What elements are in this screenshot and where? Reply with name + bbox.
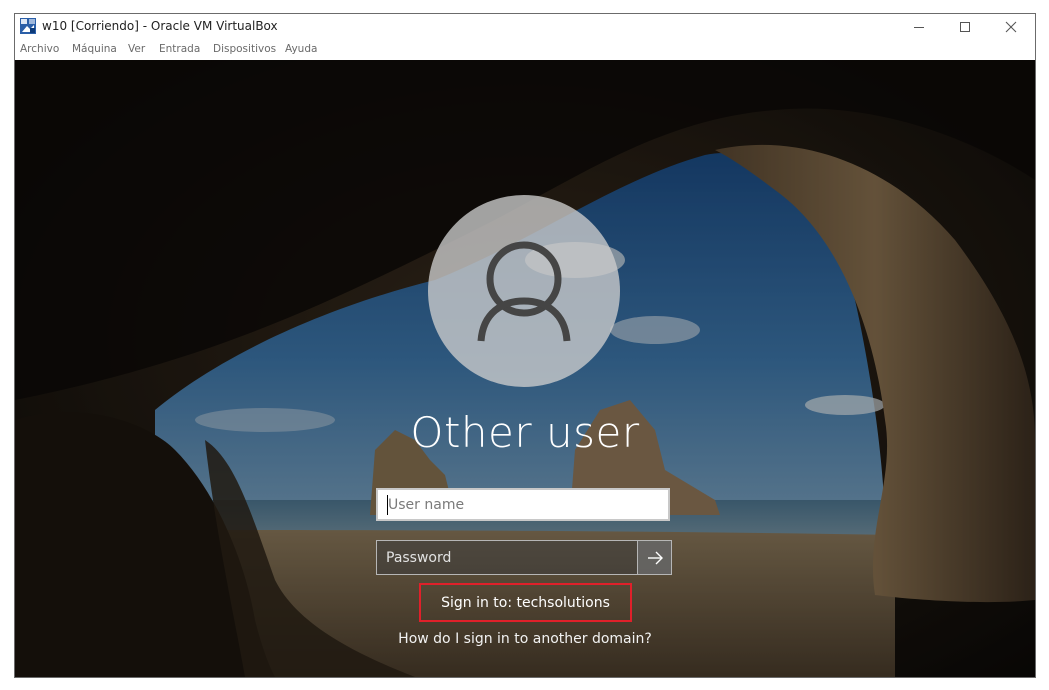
close-icon xyxy=(1005,21,1017,33)
minimize-button[interactable] xyxy=(896,14,942,40)
title-bar[interactable]: w10 [Corriendo] - Oracle VM VirtualBox xyxy=(15,14,1035,40)
menu-bar: Archivo Máquina Ver Entrada Dispositivos… xyxy=(15,40,1035,59)
user-icon xyxy=(477,241,571,342)
other-domain-link[interactable]: How do I sign in to another domain? xyxy=(15,631,1035,647)
window-title: w10 [Corriendo] - Oracle VM VirtualBox xyxy=(42,19,278,33)
virtualbox-app-icon xyxy=(20,18,36,34)
menu-maquina[interactable]: Máquina xyxy=(72,43,117,55)
virtualbox-window: w10 [Corriendo] - Oracle VM VirtualBox A… xyxy=(14,13,1036,678)
menu-ver[interactable]: Ver xyxy=(128,43,145,55)
user-avatar xyxy=(428,195,620,387)
menu-ayuda[interactable]: Ayuda xyxy=(285,43,317,55)
menu-dispositivos[interactable]: Dispositivos xyxy=(213,43,276,55)
maximize-button[interactable] xyxy=(942,14,988,40)
maximize-icon xyxy=(960,22,970,32)
username-input[interactable]: User name xyxy=(376,488,670,521)
password-input[interactable]: Password xyxy=(376,540,672,575)
menu-archivo[interactable]: Archivo xyxy=(20,43,59,55)
submit-button[interactable] xyxy=(637,541,671,574)
vm-display[interactable]: Other user User name Password Sign in to… xyxy=(15,60,1035,677)
user-title: Other user xyxy=(410,408,640,457)
minimize-icon xyxy=(914,27,924,28)
menu-entrada[interactable]: Entrada xyxy=(159,43,200,55)
password-placeholder: Password xyxy=(386,550,452,566)
arrow-right-icon xyxy=(647,551,663,564)
close-button[interactable] xyxy=(988,14,1034,40)
username-placeholder: User name xyxy=(388,497,465,513)
sign-in-domain-label: Sign in to: techsolutions xyxy=(419,583,632,622)
